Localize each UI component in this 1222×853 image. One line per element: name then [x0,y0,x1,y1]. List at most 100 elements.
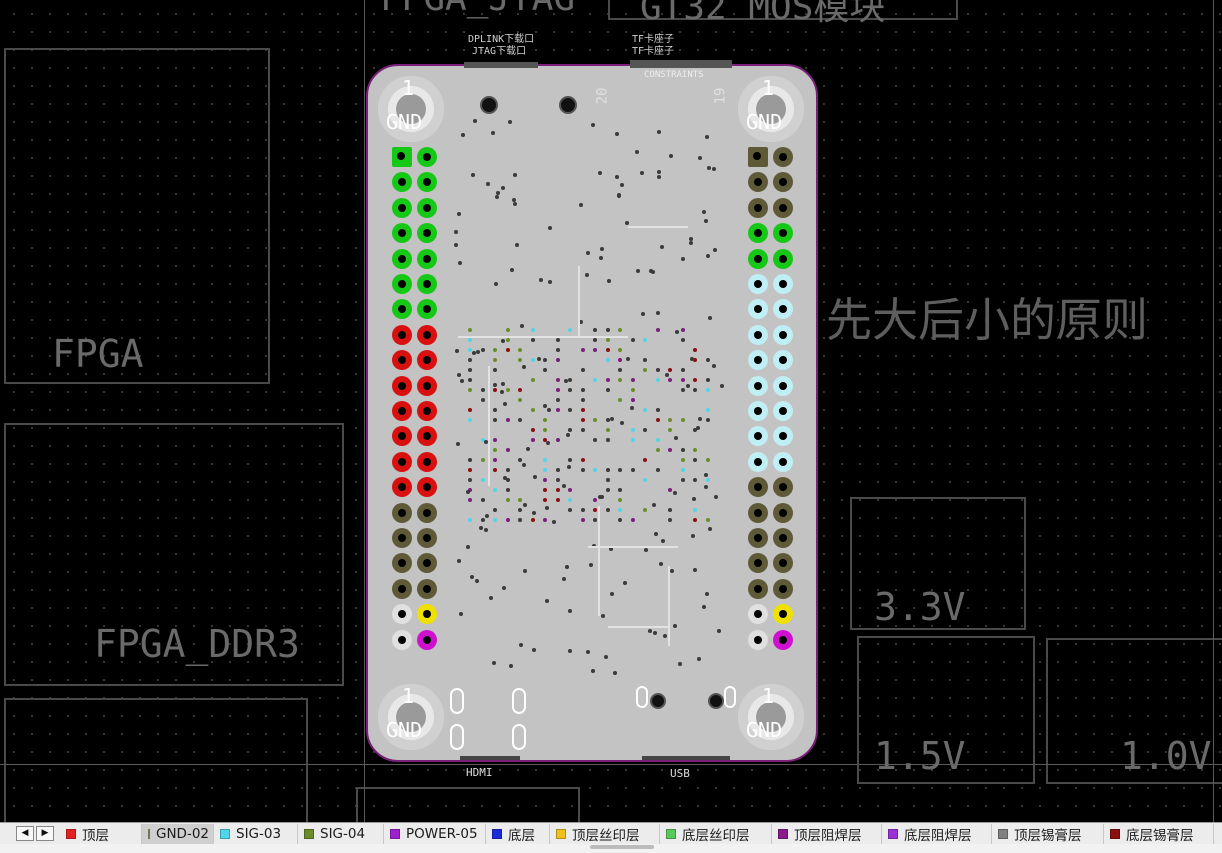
header-pin[interactable] [392,629,412,650]
header-pin[interactable] [748,172,768,193]
header-pin[interactable] [417,451,437,472]
header-pin[interactable] [748,223,768,244]
header-pin[interactable] [748,350,768,371]
header-pin[interactable] [392,401,412,421]
via [468,518,472,522]
header-pin[interactable] [773,578,793,599]
header-pin[interactable] [392,223,412,244]
header-pin[interactable] [417,350,437,371]
layer-tab[interactable]: 顶层丝印层 [550,824,660,844]
header-pin[interactable] [417,147,437,167]
pcb-board[interactable]: CONSTRAINTS 20 19 2 1 GND 1 GND 1 GND 1 … [366,60,818,762]
header-pin[interactable] [748,553,768,574]
header-pin[interactable] [748,401,768,421]
header-pin[interactable] [773,350,793,371]
header-pin[interactable] [392,299,412,320]
header-pin[interactable] [392,528,412,548]
header-pin[interactable] [417,299,437,320]
header-pin[interactable] [773,553,793,574]
header-pin[interactable] [748,375,768,396]
header-pin[interactable] [773,223,793,244]
header-pin[interactable] [773,401,793,421]
header-pin[interactable] [417,274,437,294]
header-pin[interactable] [392,604,412,625]
header-pin[interactable] [417,578,437,599]
header-pin[interactable] [748,604,768,625]
header-pin[interactable] [748,248,768,269]
header-pin[interactable] [392,197,412,218]
header-pin[interactable] [748,578,768,599]
layer-tab[interactable]: POWER-05 [384,824,486,844]
layer-tab[interactable]: SIG-03 [214,824,298,844]
header-pin[interactable] [773,324,793,345]
header-pin[interactable] [773,274,793,294]
scroll-left-button[interactable]: ◀ [16,826,34,841]
header-pin[interactable] [392,451,412,472]
layer-tab[interactable]: 底层锡膏层 [1104,824,1214,844]
header-pin[interactable] [392,426,412,447]
header-pin[interactable] [773,629,793,650]
pcb-canvas[interactable]: FPGA_JTAG GT32 MOS模块 FPGA FPGA_DDR3 先大后小… [0,0,1222,828]
header-pin[interactable] [773,197,793,218]
header-pin[interactable] [773,375,793,396]
header-pin[interactable] [417,528,437,548]
header-pin[interactable] [748,324,768,345]
header-pin[interactable] [748,197,768,218]
header-pin[interactable] [748,629,768,650]
scroll-right-button[interactable]: ▶ [36,826,54,841]
header-pin[interactable] [417,629,437,650]
header-pin[interactable] [748,477,768,498]
header-pin[interactable] [417,401,437,421]
header-pin[interactable] [392,477,412,498]
header-pin[interactable] [417,324,437,345]
header-pin[interactable] [773,604,793,625]
via [562,484,567,489]
scroll-thumb[interactable] [590,845,654,849]
header-pin[interactable] [392,274,412,294]
header-pin[interactable] [417,248,437,269]
header-pin[interactable] [748,274,768,294]
header-pin[interactable] [773,528,793,548]
header-pin[interactable] [392,350,412,371]
layer-tab[interactable]: 底层 [486,824,550,844]
header-pin[interactable] [748,299,768,320]
header-pin[interactable] [392,578,412,599]
layer-tab[interactable]: 底层丝印层 [660,824,772,844]
layer-tab[interactable]: 顶层 [60,824,142,844]
header-pin[interactable] [392,248,412,269]
header-pin[interactable] [392,553,412,574]
via [613,671,618,676]
layer-tab[interactable]: SIG-04 [298,824,384,844]
header-pin[interactable] [748,528,768,548]
header-pin[interactable] [773,172,793,193]
header-pin[interactable] [417,197,437,218]
layer-tab[interactable]: 顶层阻焊层 [772,824,882,844]
header-pin[interactable] [773,248,793,269]
header-pin[interactable] [417,553,437,574]
header-pin[interactable] [773,426,793,447]
header-pin[interactable] [392,375,412,396]
header-pin[interactable] [417,604,437,625]
header-pin[interactable] [748,502,768,523]
header-pin[interactable] [392,147,412,167]
header-pin[interactable] [773,477,793,498]
header-pin[interactable] [417,477,437,498]
header-pin[interactable] [417,375,437,396]
layer-tab[interactable]: 顶层锡膏层 [992,824,1104,844]
header-pin[interactable] [748,426,768,447]
header-pin[interactable] [773,299,793,320]
header-pin[interactable] [748,451,768,472]
header-pin[interactable] [417,502,437,523]
header-pin[interactable] [392,502,412,523]
header-pin[interactable] [417,223,437,244]
header-pin[interactable] [392,324,412,345]
header-pin[interactable] [773,451,793,472]
header-pin[interactable] [773,147,793,167]
header-pin[interactable] [417,172,437,193]
header-pin[interactable] [773,502,793,523]
header-pin[interactable] [417,426,437,447]
layer-tab[interactable]: 底层阻焊层 [882,824,992,844]
header-pin[interactable] [748,147,768,167]
header-pin[interactable] [392,172,412,193]
layer-tab[interactable]: GND-02 [142,824,214,844]
